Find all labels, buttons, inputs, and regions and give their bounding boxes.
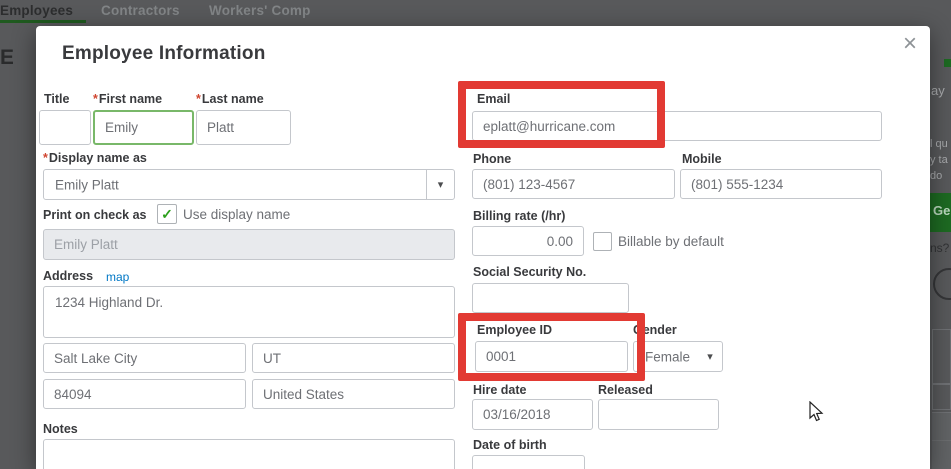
hire-date-label: Hire date (473, 383, 527, 397)
sliver-text: y ta (930, 154, 948, 166)
mouse-cursor-icon (809, 401, 824, 422)
zip-input[interactable] (43, 379, 246, 409)
check-icon: ✓ (161, 206, 173, 222)
display-name-label: *Display name as (43, 151, 147, 165)
chevron-down-icon[interactable]: ▾ (698, 342, 722, 371)
last-name-label: *Last name (196, 92, 264, 106)
required-marker: * (93, 92, 98, 106)
dob-label: Date of birth (473, 438, 547, 452)
last-name-input[interactable] (196, 110, 291, 145)
billing-rate-input[interactable] (472, 226, 584, 256)
page-heading-fragment: Em (0, 46, 13, 69)
print-on-check-label: Print on check as (43, 208, 147, 222)
sliver-text: ay (931, 83, 945, 98)
display-name-label-text: Display name as (48, 151, 147, 165)
screen: Employees Contractors Workers' Comp Em a… (0, 0, 951, 469)
map-link[interactable]: map (106, 270, 129, 284)
tab-workers-comp[interactable]: Workers' Comp (209, 3, 311, 18)
sliver-text: do (930, 170, 943, 182)
last-name-label-text: Last name (201, 92, 264, 106)
display-name-select[interactable]: Emily Platt ▾ (43, 169, 455, 200)
address-label: Address (43, 269, 94, 283)
display-name-value: Emily Platt (55, 177, 119, 192)
green-button-label: Ge (933, 203, 951, 218)
billable-checkbox[interactable] (593, 232, 612, 251)
notes-label: Notes (43, 422, 78, 436)
email-annotation-box (458, 81, 665, 148)
tab-employees[interactable]: Employees (0, 3, 73, 18)
first-name-label-text: First name (98, 92, 163, 106)
print-name-input (43, 229, 455, 260)
employee-id-annotation-box (458, 313, 645, 381)
background-panel-fragment (932, 329, 951, 384)
mobile-label: Mobile (682, 152, 722, 166)
first-name-label: *First name (93, 92, 162, 106)
green-button-fragment[interactable]: Ge (930, 193, 951, 232)
ssn-label: Social Security No. (473, 265, 587, 279)
ssn-input[interactable] (472, 283, 629, 313)
tab-contractors[interactable]: Contractors (101, 3, 180, 18)
use-display-name-checkbox[interactable]: ✓ (157, 204, 177, 224)
phone-label: Phone (473, 152, 512, 166)
use-display-name-text: Use display name (183, 207, 291, 222)
help-bubble-icon (933, 268, 951, 300)
chevron-down-icon[interactable]: ▾ (426, 170, 454, 199)
billing-rate-label: Billing rate (/hr) (473, 209, 566, 223)
first-name-input[interactable] (93, 110, 194, 145)
billable-label: Billable by default (618, 234, 724, 249)
dob-input[interactable] (472, 455, 585, 469)
sliver-text: l qu (930, 138, 948, 150)
background-table-divider (932, 440, 951, 441)
country-input[interactable] (252, 379, 455, 409)
released-input[interactable] (598, 399, 719, 430)
employee-information-modal: Employee Information × Title *First name… (36, 26, 930, 469)
required-marker: * (196, 92, 201, 106)
notes-input[interactable] (43, 439, 455, 469)
hire-date-input[interactable] (472, 399, 593, 430)
active-tab-underline (0, 20, 86, 23)
gender-select[interactable]: Female ▾ (633, 341, 723, 372)
close-icon[interactable]: × (896, 30, 924, 58)
gender-value: Female (645, 349, 691, 364)
title-label: Title (44, 92, 70, 106)
released-label: Released (598, 383, 653, 397)
state-input[interactable] (252, 343, 455, 373)
mobile-input[interactable] (680, 169, 882, 199)
street-input[interactable]: 1234 Highland Dr. (43, 286, 455, 338)
required-marker: * (43, 151, 48, 165)
title-input[interactable] (39, 110, 91, 145)
background-panel-fragment (932, 384, 951, 410)
green-banner-fragment (944, 59, 951, 67)
modal-title: Employee Information (62, 43, 266, 64)
sliver-question-text: ns? (930, 241, 950, 255)
phone-input[interactable] (472, 169, 675, 199)
city-input[interactable] (43, 343, 246, 373)
